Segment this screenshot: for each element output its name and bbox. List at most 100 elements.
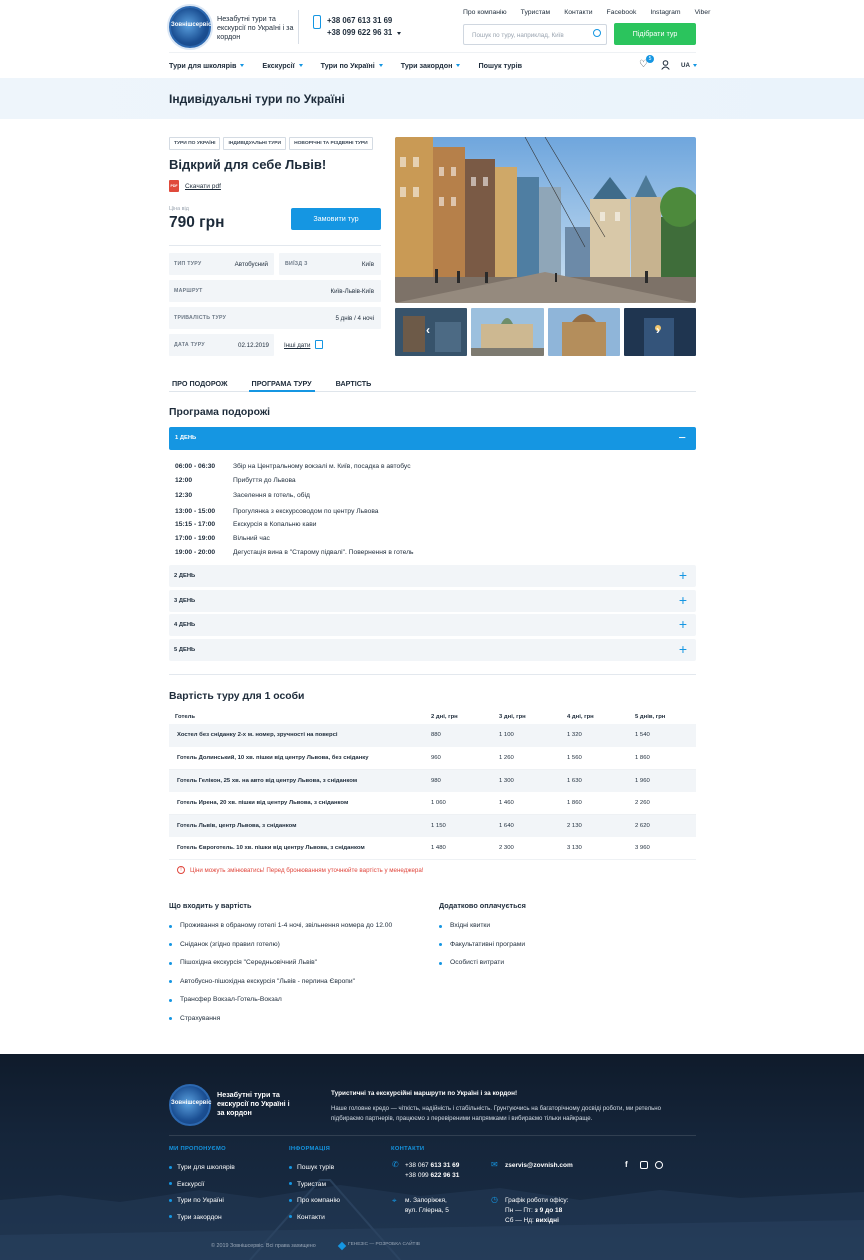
order-tour-button[interactable]: Замовити тур (291, 208, 381, 230)
other-dates-link[interactable]: Інші дати (284, 342, 310, 349)
phone-2[interactable]: +38 099 622 96 31 (327, 27, 392, 39)
day-2-accordion[interactable]: 2 день + (169, 565, 696, 587)
download-pdf-link[interactable]: Скачати pdf (185, 183, 221, 190)
instagram-icon[interactable] (640, 1161, 648, 1169)
footer-link[interactable]: Про компанію (289, 1193, 340, 1210)
schedule-text: Заселення в готель, обід (233, 492, 310, 500)
price-cell: 1 860 (561, 791, 629, 815)
footer-link[interactable]: Тури закордон (169, 1210, 235, 1227)
nav-excursions[interactable]: Екскурсії (262, 61, 303, 70)
list-item: Проживання в обраному готелі 1-4 ночі, з… (169, 917, 392, 936)
logo-text: Зовнішсервіс (171, 1100, 212, 1106)
search-icon[interactable] (593, 29, 601, 37)
day-label: 5 день (174, 647, 196, 653)
price-cell: 1 630 (561, 769, 629, 792)
program-title: Програма подорожі (169, 407, 271, 418)
day-3-accordion[interactable]: 3 день + (169, 590, 696, 612)
footer-phones[interactable]: +38 067 613 31 69 +38 099 622 96 31 (405, 1161, 459, 1181)
nav-ukraine-tours[interactable]: Тури по Україні (321, 61, 383, 70)
header-phones[interactable]: +38 067 613 31 69 +38 099 622 96 31 (327, 15, 402, 39)
footer-col2-title: Інформація (289, 1146, 331, 1152)
info-tour-type: Тип туру Автобусний (169, 253, 274, 275)
price-table: Готель 2 дні, грн 3 дні, грн 4 дні, грн … (169, 710, 696, 861)
hotel-cell: Готель Долинський, 10 хв. пішки від цент… (169, 746, 425, 770)
gallery-thumb-1[interactable] (395, 308, 467, 356)
price-cell: 1 860 (629, 746, 696, 770)
plus-icon[interactable]: + (679, 616, 687, 632)
phone-1[interactable]: +38 067 613 31 69 (327, 15, 401, 27)
footer-link[interactable]: Пошук турів (289, 1160, 340, 1177)
day-1-accordion[interactable]: 1 день − (169, 427, 696, 450)
footer-logo[interactable]: Зовнішсервіс (169, 1084, 211, 1126)
table-row: Готель Львів, центр Львова, з сніданком 1… (169, 814, 696, 837)
phone-number: 613 31 69 (430, 1162, 460, 1169)
chevron-down-icon (298, 64, 303, 67)
nav-abroad-tours[interactable]: Тури закордон (401, 61, 461, 70)
viber-icon[interactable] (655, 1161, 663, 1169)
schedule-row: 06:00 - 06:30 Збір на Центральному вокзал… (175, 460, 414, 474)
day-4-accordion[interactable]: 4 день + (169, 614, 696, 636)
list-item: Вхідні квитки (439, 917, 525, 936)
toplink-tourists[interactable]: Туристам (521, 9, 551, 16)
info-route: Маршрут Київ-Львів-Київ (169, 280, 381, 302)
tag-individual[interactable]: Індивідуальні тури (223, 137, 287, 150)
tour-main-photo[interactable] (395, 137, 696, 303)
list-item: Пішохідна екскурсія "Середньовічний Льві… (169, 954, 392, 973)
toplink-instagram[interactable]: Instagram (650, 9, 680, 16)
toplink-viber[interactable]: Viber (695, 9, 711, 16)
price-cell: 2 620 (629, 814, 696, 837)
info-label: Тип туру (174, 261, 202, 267)
footer-link[interactable]: Контакти (289, 1210, 340, 1227)
language-select[interactable]: UA (681, 62, 697, 69)
plus-icon[interactable]: + (679, 641, 687, 657)
price-cell: 960 (425, 746, 493, 770)
hours-prefix: Сб — Нд: (505, 1217, 536, 1224)
hours-value: з 9 до 18 (534, 1207, 563, 1214)
hotel-cell: Готель Ирена, 20 хв. пішки від центру Ль… (169, 791, 425, 815)
gallery-next-icon[interactable]: › (656, 323, 660, 337)
chevron-down-icon[interactable] (397, 31, 402, 35)
tab-price[interactable]: Вартість (333, 376, 375, 392)
table-row: Хостел без сніданку 2-х м. номер, зручно… (169, 724, 696, 747)
day-label: 4 день (174, 622, 196, 628)
minus-icon[interactable]: − (678, 430, 686, 445)
footer-email[interactable]: zservis@zovnish.com (505, 1161, 573, 1171)
gallery-prev-icon[interactable]: ‹ (426, 323, 430, 337)
schedule-row: 12:00 Прибуття до Львова (175, 474, 414, 488)
user-icon[interactable] (661, 60, 670, 70)
plus-icon[interactable]: + (679, 592, 687, 608)
footer-link[interactable]: Екскурсії (169, 1177, 235, 1194)
footer-link[interactable]: Тури по Україні (169, 1193, 235, 1210)
tag-newyear[interactable]: Новорічні та різдвяні тури (289, 137, 373, 150)
tag-ukraine[interactable]: Тури по Україні (169, 137, 221, 150)
col-header: Готель (175, 714, 196, 720)
toplink-about[interactable]: Про компанію (463, 9, 507, 16)
tab-about[interactable]: Про подорож (169, 376, 231, 392)
gallery-thumb-4[interactable] (624, 308, 696, 356)
site-logo[interactable]: Зовнішсервіс (169, 6, 211, 48)
footer-link[interactable]: Туристам (289, 1177, 340, 1194)
search-input[interactable]: Пошук по туру, наприклад, Київ (463, 24, 607, 45)
schedule-row: 15:15 - 17:00 Екскурсія в Копальню кави (175, 518, 414, 532)
plus-icon[interactable]: + (679, 567, 687, 583)
footer-link[interactable]: Тури для школярів (169, 1160, 235, 1177)
tour-price: 790 грн (169, 214, 225, 231)
nav-school-tours[interactable]: Тури для школярів (169, 61, 245, 70)
schedule-time: 17:00 - 19:00 (175, 534, 216, 542)
day-5-accordion[interactable]: 5 день + (169, 639, 696, 661)
price-cell: 1 480 (425, 836, 493, 861)
chevron-down-icon (378, 64, 383, 67)
toplink-contacts[interactable]: Контакти (564, 9, 592, 16)
calendar-icon[interactable] (315, 340, 323, 349)
nav-label: Тури закордон (400, 61, 453, 70)
hotel-cell: Готель Львів, центр Львова, з сніданком (169, 814, 425, 837)
developer-credit[interactable]: ГЕНЕЗІС — РОЗРОБКА САЙТІВ (348, 1242, 420, 1247)
gallery-thumb-2[interactable] (471, 308, 544, 356)
find-tour-button[interactable]: Підібрати тур (614, 23, 696, 45)
facebook-icon[interactable]: f (625, 1160, 628, 1169)
tab-program[interactable]: Програма туру (248, 376, 315, 392)
gallery-thumb-3[interactable] (548, 308, 620, 356)
price-cell: 1 260 (493, 746, 561, 770)
nav-tour-search[interactable]: Пошук турів (478, 61, 522, 70)
toplink-facebook[interactable]: Facebook (607, 9, 637, 16)
